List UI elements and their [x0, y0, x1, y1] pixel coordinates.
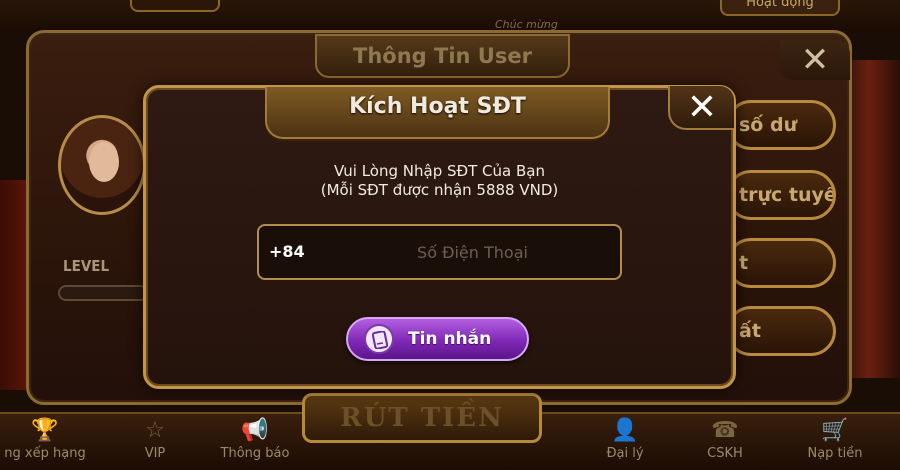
avatar[interactable] — [58, 115, 146, 215]
dialog-title: Kích Hoạt SĐT — [349, 94, 526, 119]
cart-icon: 🛒 — [821, 418, 849, 443]
side-button-4[interactable]: ất — [726, 306, 836, 356]
top-tab-activities[interactable]: Hoạt động — [720, 0, 840, 16]
nav-agent[interactable]: 👤 Đại lý — [580, 418, 670, 470]
nav-vip-label: VIP — [144, 446, 166, 461]
side-button-3[interactable]: t — [726, 238, 836, 288]
nav-deposit[interactable]: 🛒 Nạp tiền — [790, 418, 880, 470]
side-button-balance[interactable]: số dư — [726, 100, 836, 150]
instruction-line-1: Vui Lòng Nhập SĐT Của Bạn — [334, 162, 545, 180]
nav-notifications-label: Thông báo — [220, 446, 290, 461]
nav-support[interactable]: ☎ CSKH — [680, 418, 770, 470]
promo-banner-strip[interactable] — [848, 60, 900, 378]
side-button-online[interactable]: trực tuyến — [726, 170, 836, 220]
avatar-face — [89, 142, 119, 182]
user-info-title: Thông Tin User — [315, 34, 570, 78]
agent-icon: 👤 — [611, 418, 639, 443]
left-decoration — [0, 180, 26, 390]
close-icon[interactable]: ✕ — [668, 86, 734, 130]
phone-icon — [364, 324, 394, 354]
trophy-icon: 🏆 — [31, 418, 59, 443]
sms-button-label: Tin nhắn — [408, 329, 492, 349]
nav-deposit-label: Nạp tiền — [807, 446, 863, 461]
megaphone-icon: 📢 — [241, 418, 269, 443]
country-code-prefix: +84 — [269, 242, 305, 261]
nav-notifications[interactable]: 📢 Thông báo — [210, 418, 300, 470]
nav-vip[interactable]: ☆ VIP — [110, 418, 200, 470]
nav-support-label: CSKH — [707, 446, 743, 461]
user-info-close-icon[interactable]: ✕ — [780, 40, 850, 80]
instruction-line-2: (Mỗi SĐT được nhận 5888 VND) — [320, 181, 559, 199]
phone-input[interactable] — [330, 232, 615, 272]
top-tab-left[interactable] — [130, 0, 220, 12]
nav-ranking-label: ng xếp hạng — [4, 446, 86, 461]
headset-icon: ☎ — [711, 418, 739, 443]
level-progress-bar — [58, 285, 148, 301]
star-icon: ☆ — [145, 418, 165, 443]
nav-agent-label: Đại lý — [606, 446, 644, 461]
level-label: LEVEL — [63, 257, 110, 275]
sms-button[interactable]: Tin nhắn — [346, 317, 529, 361]
withdraw-button[interactable]: RÚT TIỀN — [302, 393, 542, 443]
nav-ranking[interactable]: 🏆 ng xếp hạng — [0, 418, 90, 470]
